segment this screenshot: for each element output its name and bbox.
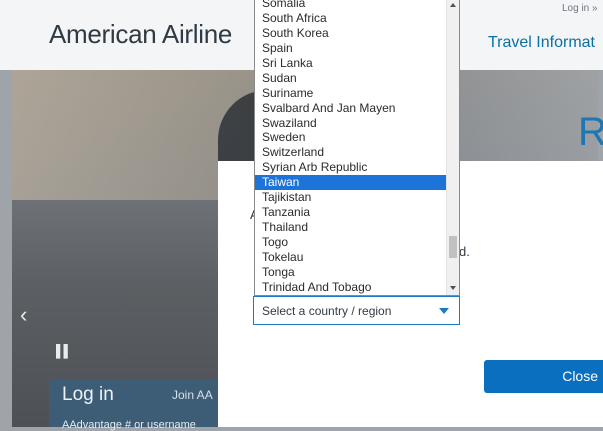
country-option[interactable]: Sweden [255, 130, 447, 145]
scroll-up-icon[interactable] [450, 3, 456, 7]
country-option[interactable]: Tonga [255, 265, 447, 280]
country-region-select[interactable]: Select a country / region [253, 296, 460, 325]
country-option[interactable]: Spain [255, 41, 447, 56]
country-option[interactable]: Taiwan [255, 175, 447, 191]
dropdown-options: Somalia South Africa South Korea Spain Sri L… [255, 0, 447, 295]
country-option[interactable]: Swaziland [255, 116, 447, 131]
country-option[interactable]: South Africa [255, 11, 447, 26]
select-placeholder: Select a country / region [262, 304, 392, 318]
country-option[interactable]: Somalia [255, 0, 447, 11]
login-title: Log in [62, 384, 114, 405]
travel-information-nav[interactable]: Travel Informat [488, 34, 595, 52]
chevron-down-icon[interactable] [439, 308, 449, 314]
country-option[interactable]: Trinidad And Tobago [255, 280, 447, 295]
country-option[interactable]: South Korea [255, 26, 447, 41]
scrollbar-thumb[interactable] [449, 236, 457, 258]
country-option[interactable]: Suriname [255, 86, 447, 101]
country-option[interactable]: Sudan [255, 71, 447, 86]
carousel-pause-icon[interactable]: ▌▌ [56, 344, 72, 358]
scroll-down-icon[interactable] [450, 286, 456, 290]
country-option[interactable]: Thailand [255, 220, 447, 235]
modal-text-fragment: d. [459, 244, 470, 259]
country-option[interactable]: Sri Lanka [255, 56, 447, 71]
carousel-prev-icon[interactable]: ‹ [20, 302, 27, 328]
dropdown-scrollbar[interactable] [446, 0, 459, 295]
country-option[interactable]: Tajikistan [255, 190, 447, 205]
country-dropdown-list[interactable]: Somalia South Africa South Korea Spain Sri L… [254, 0, 460, 296]
country-option[interactable]: Svalbard And Jan Mayen [255, 101, 447, 116]
airline-logo[interactable]: American Airline [49, 19, 232, 50]
country-option[interactable]: Tanzania [255, 205, 447, 220]
country-option[interactable]: Togo [255, 235, 447, 250]
close-button[interactable]: Close [484, 360, 603, 393]
join-aadvantage-link[interactable]: Join AA [172, 388, 213, 402]
country-option[interactable]: Tokelau [255, 250, 447, 265]
aadvantage-field-label: AAdvantage # or username [62, 419, 196, 431]
header-login-link[interactable]: Log in » [562, 3, 598, 14]
country-option[interactable]: Switzerland [255, 145, 447, 160]
hero-heading-fragment: R [578, 110, 603, 154]
country-option[interactable]: Syrian Arb Republic [255, 160, 447, 175]
